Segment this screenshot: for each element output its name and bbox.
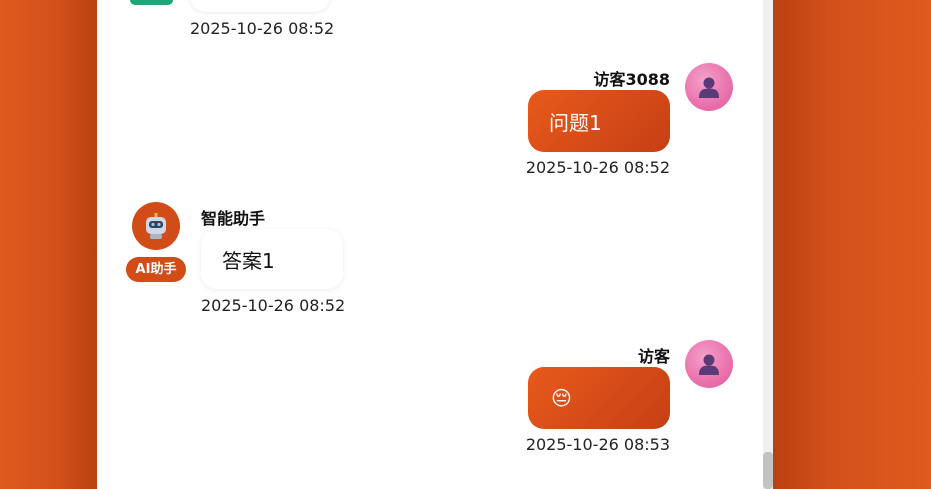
message-timestamp: 2025-10-26 08:52: [525, 158, 670, 177]
message-timestamp: 2025-10-26 08:52: [190, 19, 335, 38]
previous-avatar-badge: [130, 0, 173, 5]
user-message-bubble: 😔: [528, 367, 670, 429]
message-text: 答案1: [222, 248, 275, 273]
message-timestamp: 2025-10-26 08:53: [525, 435, 670, 454]
chat-panel: [97, 0, 773, 489]
sender-name: 访客: [637, 347, 670, 366]
sender-name: 智能助手: [201, 209, 266, 228]
background-left: [0, 0, 97, 489]
user-message-bubble: 问题1: [528, 90, 670, 152]
scrollbar-thumb[interactable]: [763, 452, 773, 489]
message-timestamp: 2025-10-26 08:52: [201, 296, 346, 315]
user-avatar: [685, 340, 733, 388]
ai-assistant-badge: AI助手: [126, 257, 186, 282]
user-avatar: [685, 63, 733, 111]
robot-icon: [146, 213, 166, 239]
assistant-avatar: [132, 202, 180, 250]
background-right: [773, 0, 931, 489]
user-silhouette-icon: [699, 354, 719, 375]
scrollbar-track[interactable]: [763, 0, 773, 489]
assistant-message-bubble: 答案1: [201, 229, 343, 289]
message-text: 问题1: [549, 110, 602, 135]
sender-name: 访客3088: [593, 70, 670, 89]
user-silhouette-icon: [699, 77, 719, 98]
pensive-face-emoji: 😔: [551, 386, 572, 410]
previous-bot-bubble: [190, 0, 330, 12]
